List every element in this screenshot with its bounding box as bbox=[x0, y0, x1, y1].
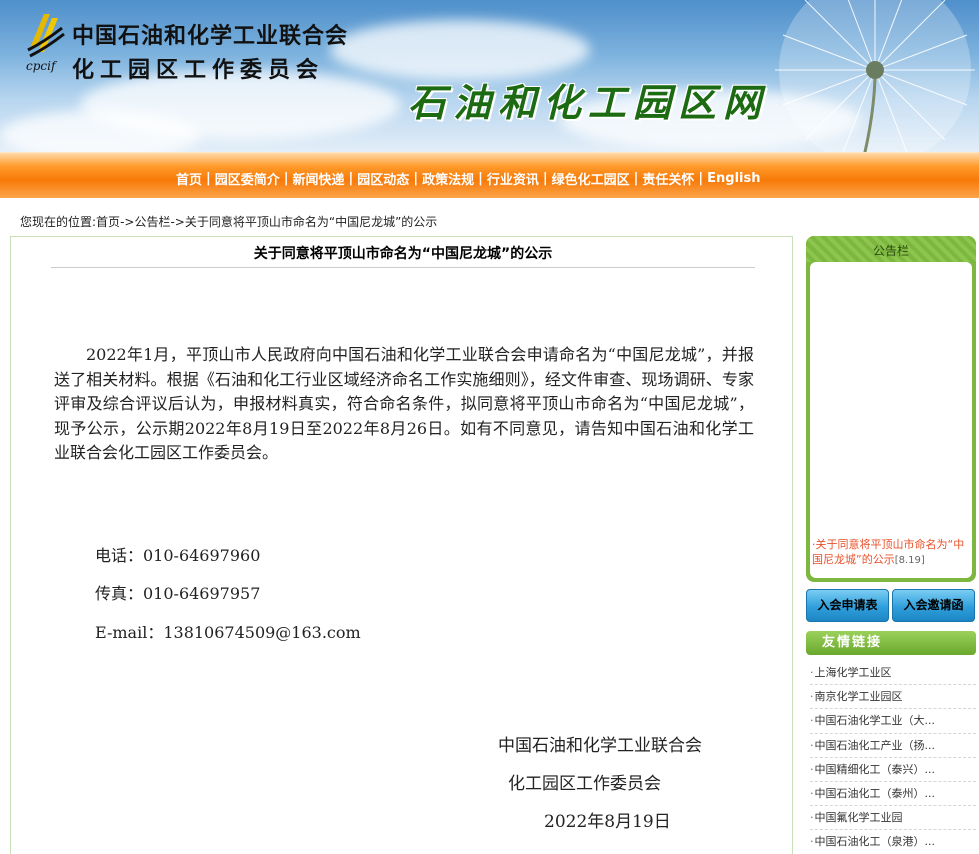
membership-application-button[interactable]: 入会申请表 bbox=[806, 589, 889, 622]
breadcrumb-current: 关于同意将平顶山市命名为“中国尼龙城”的公示 bbox=[184, 215, 438, 229]
friendly-links-title: 友情链接 bbox=[806, 631, 976, 655]
nav-policies[interactable]: 政策法规 bbox=[422, 169, 474, 188]
article-title: 关于同意将平顶山市命名为“中国尼龙城”的公示 bbox=[51, 243, 755, 268]
org-name-line1: 中国石油和化学工业联合会 bbox=[72, 23, 349, 49]
nav-industry-info[interactable]: 行业资讯 bbox=[487, 169, 539, 188]
cloud-decoration bbox=[0, 110, 200, 152]
cloud-decoration bbox=[330, 20, 590, 80]
nav-separator: | bbox=[478, 171, 483, 186]
article-body: 2022年1月，平顶山市人民政府向中国石油和化学工业联合会申请命名为“中国尼龙城… bbox=[54, 345, 754, 463]
nav-separator: | bbox=[633, 171, 639, 186]
contact-email: E-mail：13810674509@163.com bbox=[95, 623, 361, 642]
breadcrumb-separator: -> bbox=[120, 215, 135, 229]
friendly-link-item[interactable]: 中国石油化工（泉港）... bbox=[810, 830, 976, 854]
notice-board-title: 公告栏 bbox=[806, 236, 976, 262]
friendly-link-item[interactable]: 中国石油化工产业（扬... bbox=[810, 734, 976, 758]
friendly-link-item[interactable]: 上海化学工业区 bbox=[810, 661, 976, 686]
signature-org-line2: 化工园区工作委员会 bbox=[508, 774, 661, 794]
breadcrumb: 您现在的位置:首页->公告栏->关于同意将平顶山市命名为“中国尼龙城”的公示 bbox=[20, 213, 437, 230]
membership-invitation-button[interactable]: 入会邀请函 bbox=[892, 589, 975, 622]
contact-phone: 电话：010-64697960 bbox=[95, 546, 261, 565]
notice-item-date: [8.19] bbox=[894, 555, 925, 566]
breadcrumb-prefix: 您现在的位置: bbox=[20, 215, 97, 229]
notice-item-link[interactable]: ·关于同意将平顶山市命名为“中国尼龙城”的公示 bbox=[812, 538, 964, 566]
notice-board-content: ·关于同意将平顶山市命名为“中国尼龙城”的公示[8.19] bbox=[810, 262, 972, 578]
contact-fax: 传真：010-64697957 bbox=[95, 584, 261, 603]
friendly-link-item[interactable]: 中国氟化学工业园 bbox=[810, 806, 976, 831]
friendly-link-item[interactable]: 中国石油化学工业（大... bbox=[810, 709, 976, 734]
friendly-link-item[interactable]: 南京化学工业园区 bbox=[810, 685, 976, 710]
site-title: 石油和化工园区网 bbox=[408, 80, 769, 125]
signature-date: 2022年8月19日 bbox=[544, 812, 671, 832]
org-abbreviation: cpcif bbox=[26, 59, 56, 73]
nav-home[interactable]: 首页 bbox=[176, 169, 202, 188]
nav-separator: | bbox=[542, 171, 548, 186]
nav-responsible-care[interactable]: 责任关怀 bbox=[642, 169, 694, 188]
nav-park-updates[interactable]: 园区动态 bbox=[357, 169, 409, 188]
notice-item[interactable]: ·关于同意将平顶山市命名为“中国尼龙城”的公示[8.19] bbox=[812, 537, 972, 568]
nav-separator: | bbox=[348, 171, 354, 186]
org-name-line2: 化工园区工作委员会 bbox=[72, 57, 325, 83]
nav-green-parks[interactable]: 绿色化工园区 bbox=[552, 169, 630, 188]
friendly-links-list: 上海化学工业区 南京化学工业园区 中国石油化学工业（大... 中国石油化工产业（… bbox=[810, 661, 976, 854]
article-panel: 关于同意将平顶山市命名为“中国尼龙城”的公示 2022年1月，平顶山市人民政府向… bbox=[10, 236, 793, 854]
friendly-link-item[interactable]: 中国精细化工（泰兴）... bbox=[810, 758, 976, 782]
breadcrumb-home-link[interactable]: 首页 bbox=[96, 215, 120, 229]
nav-english[interactable]: English bbox=[707, 171, 760, 186]
main-nav: 首页 | 园区委简介 | 新闻快递 | 园区动态 | 政策法规 | 行业资讯 |… bbox=[0, 152, 979, 198]
friendly-link-item[interactable]: 中国石油化工（泰州）... bbox=[810, 782, 976, 807]
nav-separator: | bbox=[698, 171, 704, 186]
nav-about[interactable]: 园区委简介 bbox=[215, 169, 280, 188]
dandelion-decoration-icon bbox=[775, 0, 975, 152]
nav-separator: | bbox=[283, 171, 289, 186]
header-banner: cpcif 中国石油和化学工业联合会 化工园区工作委员会 石油和化工园区网 bbox=[0, 0, 979, 152]
nav-links: 首页 | 园区委简介 | 新闻快递 | 园区动态 | 政策法规 | 行业资讯 |… bbox=[176, 169, 760, 188]
breadcrumb-separator: -> bbox=[170, 215, 185, 229]
signature-org-line1: 中国石油和化学工业联合会 bbox=[498, 736, 702, 756]
cpcif-logo-icon bbox=[27, 14, 65, 58]
nav-separator: | bbox=[413, 171, 419, 186]
nav-news[interactable]: 新闻快递 bbox=[293, 169, 345, 188]
nav-separator: | bbox=[206, 171, 211, 186]
breadcrumb-section-link[interactable]: 公告栏 bbox=[134, 215, 170, 229]
notice-board: 公告栏 ·关于同意将平顶山市命名为“中国尼龙城”的公示[8.19] bbox=[806, 236, 976, 582]
